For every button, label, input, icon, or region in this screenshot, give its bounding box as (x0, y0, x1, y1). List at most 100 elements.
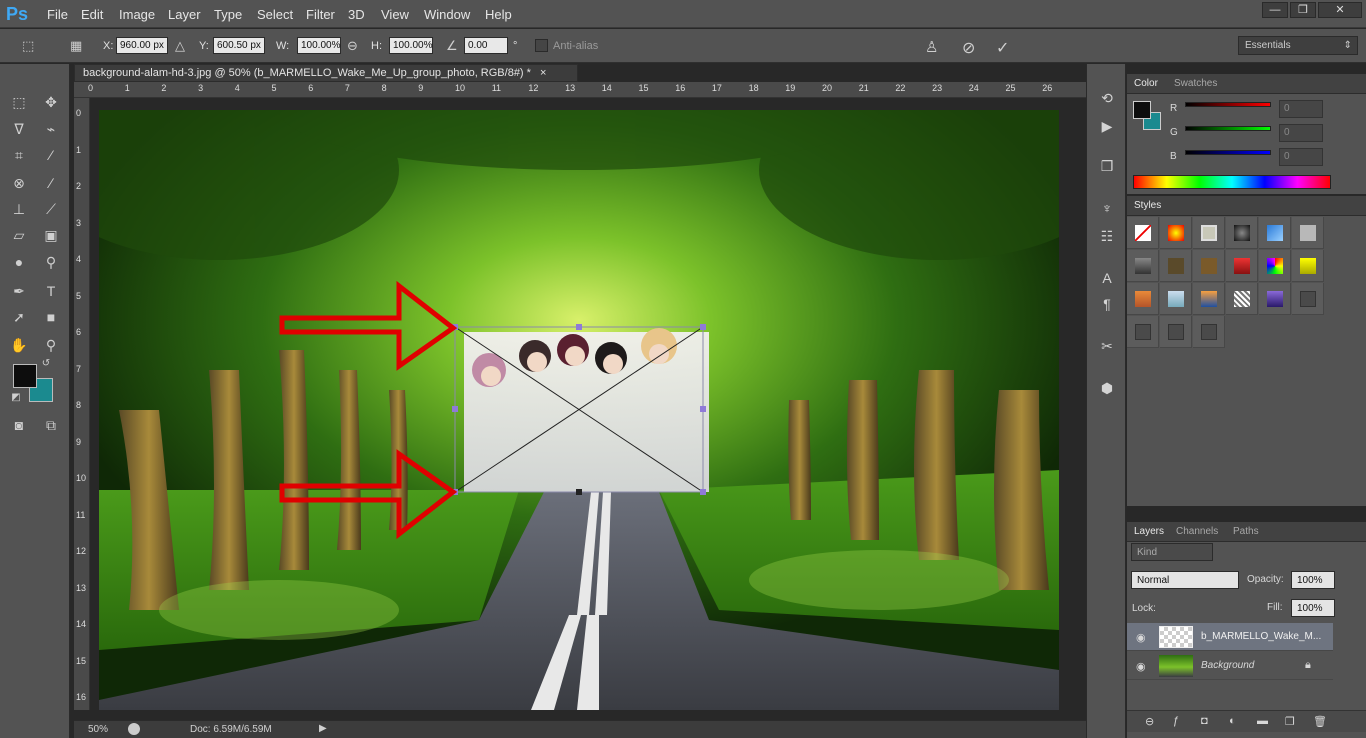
layer-filter-kind[interactable]: Kind (1131, 543, 1213, 561)
menu-view[interactable]: View (381, 7, 409, 22)
tab-swatches[interactable]: Swatches (1174, 78, 1217, 89)
style-preset[interactable] (1226, 283, 1258, 315)
b-value[interactable]: 0 (1279, 148, 1323, 166)
layer-row-group-photo[interactable]: ◉ b_MARMELLO_Wake_M... (1127, 623, 1333, 651)
hand-tool-icon[interactable]: ✋ (8, 334, 30, 356)
eyedropper-tool-icon[interactable]: ⁄ (40, 144, 62, 166)
cancel-transform-icon[interactable]: ⊘ (962, 38, 975, 58)
style-preset[interactable] (1259, 283, 1291, 315)
style-preset[interactable] (1292, 217, 1324, 249)
tab-color[interactable]: Color (1134, 78, 1158, 89)
type-tool-icon[interactable]: T (40, 280, 62, 302)
r-slider[interactable] (1185, 102, 1271, 107)
properties-icon[interactable]: ❒ (1097, 156, 1117, 176)
color-fg-swatch[interactable] (1133, 101, 1151, 119)
style-preset[interactable] (1292, 250, 1324, 282)
link-layers-icon[interactable]: ⊖ (1145, 715, 1154, 728)
height-field[interactable]: 100.00% (389, 37, 433, 54)
layer-name[interactable]: Background (1201, 660, 1254, 671)
g-value[interactable]: 0 (1279, 124, 1323, 142)
menu-filter[interactable]: Filter (306, 7, 335, 22)
menu-type[interactable]: Type (214, 7, 242, 22)
menu-edit[interactable]: Edit (81, 7, 103, 22)
add-mask-icon[interactable]: ◘ (1201, 715, 1208, 727)
tab-channels[interactable]: Channels (1176, 526, 1218, 537)
tab-paths[interactable]: Paths (1233, 526, 1259, 537)
status-menu-arrow-icon[interactable]: ▶ (319, 723, 327, 734)
style-preset[interactable] (1127, 217, 1159, 249)
blur-tool-icon[interactable]: ● (8, 251, 30, 273)
style-preset[interactable] (1226, 217, 1258, 249)
style-preset[interactable] (1127, 250, 1159, 282)
style-preset[interactable] (1193, 250, 1225, 282)
delete-layer-icon[interactable]: 🗑︎ (1313, 715, 1327, 728)
style-preset[interactable] (1193, 316, 1225, 348)
document-tab[interactable]: background-alam-hd-3.jpg @ 50% (b_MARMEL… (74, 64, 578, 82)
link-icon[interactable]: ⊖ (347, 38, 358, 54)
blend-mode-dropdown[interactable]: Normal (1131, 571, 1239, 589)
history-brush-icon[interactable]: ⟋ (40, 198, 62, 220)
x-field[interactable]: 960.00 px (116, 37, 168, 54)
zoom-level[interactable]: 50% (88, 724, 108, 735)
style-preset[interactable] (1160, 283, 1192, 315)
color-spectrum-ramp[interactable] (1133, 175, 1331, 189)
screen-mode-icon[interactable]: ⧉ (40, 414, 62, 436)
reference-point-icon[interactable]: ▦ (70, 38, 82, 54)
adjust-sliders-icon[interactable]: ☷ (1097, 226, 1117, 246)
quick-select-tool-icon[interactable]: ⌁ (40, 118, 62, 140)
visibility-eye-icon[interactable]: ◉ (1136, 631, 1146, 644)
restore-button[interactable]: ❐ (1290, 2, 1316, 18)
zoom-tool-icon[interactable]: ⚲ (40, 334, 62, 356)
3d-cube-icon[interactable]: ⬢ (1097, 378, 1117, 398)
visibility-eye-icon[interactable]: ◉ (1136, 660, 1146, 673)
fill-field[interactable]: 100% (1291, 599, 1335, 617)
opacity-field[interactable]: 100% (1291, 571, 1335, 589)
style-preset[interactable] (1160, 250, 1192, 282)
brush-tool-icon[interactable]: ∕ (40, 172, 62, 194)
menu-window[interactable]: Window (424, 7, 470, 22)
eraser-tool-icon[interactable]: ▱ (8, 224, 30, 246)
style-preset[interactable] (1127, 316, 1159, 348)
actions-play-icon[interactable]: ▶ (1097, 116, 1117, 136)
antialias-checkbox[interactable] (535, 39, 548, 52)
style-preset[interactable] (1226, 250, 1258, 282)
paragraph-icon[interactable]: ¶ (1097, 294, 1117, 314)
crop-tool-icon[interactable]: ⌗ (8, 144, 30, 166)
move-tool-preset-icon[interactable]: ⬚ (22, 38, 34, 54)
share-icon[interactable] (128, 723, 140, 735)
tab-styles[interactable]: Styles (1134, 200, 1161, 211)
lasso-tool-icon[interactable]: ᐁ (8, 118, 30, 140)
history-icon[interactable]: ⟲ (1097, 88, 1117, 108)
menu-file[interactable]: File (47, 7, 68, 22)
shape-tool-icon[interactable]: ■ (40, 306, 62, 328)
y-field[interactable]: 600.50 px (213, 37, 265, 54)
swap-colors-icon[interactable]: ↺ (38, 356, 54, 372)
adjustment-layer-icon[interactable]: ◐ (1229, 715, 1236, 727)
style-preset[interactable] (1259, 217, 1291, 249)
style-preset[interactable] (1193, 283, 1225, 315)
tool-presets-icon[interactable]: ✂ (1097, 336, 1117, 356)
character-icon[interactable]: A (1097, 268, 1117, 288)
width-field[interactable]: 100.00% (297, 37, 341, 54)
tab-layers[interactable]: Layers (1134, 526, 1164, 537)
default-colors-icon[interactable]: ◩ (8, 390, 24, 406)
layer-name[interactable]: b_MARMELLO_Wake_M... (1201, 631, 1321, 642)
style-preset[interactable] (1160, 217, 1192, 249)
dodge-tool-icon[interactable]: ⚲ (40, 251, 62, 273)
style-preset[interactable] (1160, 316, 1192, 348)
new-layer-icon[interactable]: ❐ (1285, 715, 1295, 728)
style-preset[interactable] (1193, 217, 1225, 249)
gradient-tool-icon[interactable]: ▣ (40, 224, 62, 246)
minimize-button[interactable]: — (1262, 2, 1288, 18)
close-document-icon[interactable]: × (540, 67, 546, 79)
delta-icon[interactable]: △ (175, 38, 185, 54)
r-value[interactable]: 0 (1279, 100, 1323, 118)
menu-help[interactable]: Help (485, 7, 512, 22)
g-slider[interactable] (1185, 126, 1271, 131)
healing-brush-icon[interactable]: ⊗ (8, 172, 30, 194)
quick-mask-icon[interactable]: ◙ (8, 414, 30, 436)
brush-presets-icon[interactable]: ♆ (1097, 198, 1117, 218)
b-slider[interactable] (1185, 150, 1271, 155)
pen-tool-icon[interactable]: ✒ (8, 280, 30, 302)
warp-icon[interactable]: ♙ (925, 38, 938, 56)
